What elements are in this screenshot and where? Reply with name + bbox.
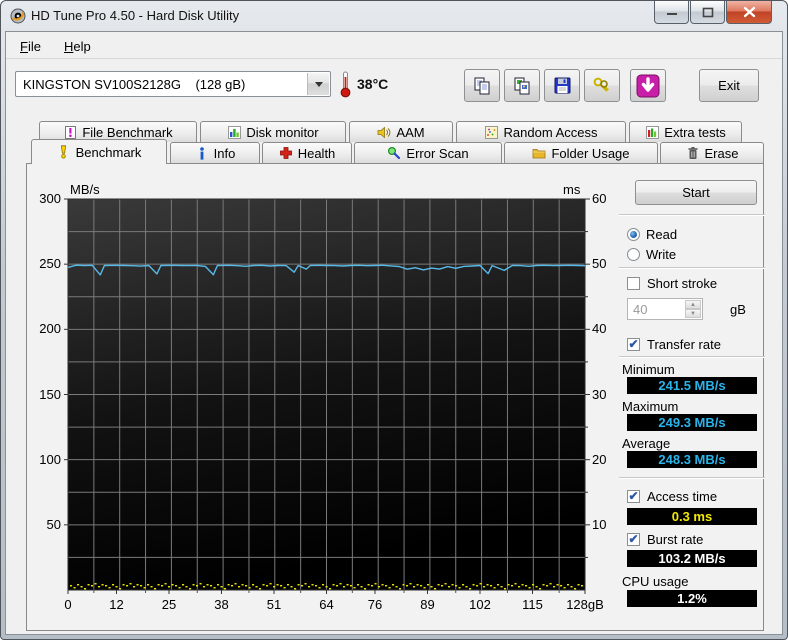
tab-info[interactable]: Info xyxy=(170,142,260,163)
benchmark-icon xyxy=(57,145,71,159)
burst-rate-value: 103.2 MB/s xyxy=(627,550,757,567)
capture-button[interactable] xyxy=(630,69,666,102)
minimum-label: Minimum xyxy=(622,362,675,377)
tab-random-access[interactable]: Random Access xyxy=(456,121,626,142)
access-time-value: 0.3 ms xyxy=(627,508,757,525)
spinner-buttons[interactable]: ▲ ▼ xyxy=(685,300,701,318)
options-button[interactable] xyxy=(584,69,620,102)
read-radio[interactable] xyxy=(627,228,640,241)
short-stroke-checkbox[interactable] xyxy=(627,277,640,290)
maximum-value: 249.3 MB/s xyxy=(627,414,757,431)
short-stroke-size-value: 40 xyxy=(633,302,648,317)
info-icon xyxy=(195,146,209,160)
separator xyxy=(619,356,765,358)
tab-disk-monitor[interactable]: Disk monitor xyxy=(200,121,346,142)
tab-folder-usage[interactable]: Folder Usage xyxy=(504,142,658,163)
health-cross-icon xyxy=(279,146,293,160)
read-label: Read xyxy=(646,227,678,242)
spinner-up-icon[interactable]: ▲ xyxy=(685,300,701,309)
short-stroke-size-field[interactable]: 40 ▲ ▼ xyxy=(627,298,703,320)
tab-health[interactable]: Health xyxy=(262,142,352,163)
save-icon xyxy=(554,77,570,94)
tab-benchmark[interactable]: Benchmark xyxy=(31,139,167,164)
down-arrow-icon xyxy=(636,74,660,97)
drive-select-value: KINGSTON SV100S2128G (128 gB) xyxy=(23,77,246,92)
minimum-value: 241.5 MB/s xyxy=(627,377,757,394)
average-label: Average xyxy=(622,436,671,451)
speaker-icon xyxy=(377,125,391,139)
average-value: 248.3 MB/s xyxy=(627,451,757,468)
drive-select-dropdown[interactable] xyxy=(307,73,329,95)
tab-aam[interactable]: AAM xyxy=(349,121,453,142)
copy-icon xyxy=(474,77,490,94)
copy-image-icon xyxy=(514,77,530,94)
y-left-axis-label: MB/s xyxy=(70,182,100,197)
minimize-button[interactable] xyxy=(654,1,689,24)
short-stroke-label: Short stroke xyxy=(647,276,718,291)
burst-rate-checkbox[interactable]: ✔ xyxy=(627,533,640,546)
cpu-usage-label: CPU usage xyxy=(622,574,689,589)
copy-text-button[interactable] xyxy=(464,69,500,102)
disk-monitor-icon xyxy=(227,125,241,139)
thermometer-icon xyxy=(338,70,353,103)
separator xyxy=(619,267,765,269)
cpu-usage-value: 1.2% xyxy=(627,590,757,607)
menu-bar: File Help xyxy=(6,32,782,59)
short-stroke-unit: gB xyxy=(730,302,746,317)
app-window: HD Tune Pro 4.50 - Hard Disk Utility Fil… xyxy=(0,0,788,640)
y-right-axis-label: ms xyxy=(563,182,581,197)
copy-image-button[interactable] xyxy=(504,69,540,102)
transfer-rate-label: Transfer rate xyxy=(647,337,721,352)
write-label: Write xyxy=(646,247,677,262)
title-bar[interactable]: HD Tune Pro 4.50 - Hard Disk Utility xyxy=(1,1,787,31)
keys-icon xyxy=(593,77,609,92)
benchmark-page: MB/s ms 50 100 150 200 250 300 10 20 30 40 50 60 0… xyxy=(26,163,765,631)
tab-error-scan[interactable]: Error Scan xyxy=(354,142,502,163)
maximum-label: Maximum xyxy=(622,399,679,414)
close-button[interactable] xyxy=(726,1,772,24)
tab-erase[interactable]: Erase xyxy=(660,142,764,163)
spinner-down-icon[interactable]: ▼ xyxy=(685,309,701,318)
app-icon xyxy=(10,8,26,24)
save-button[interactable] xyxy=(544,69,580,102)
exit-button[interactable]: Exit xyxy=(699,69,759,102)
access-time-checkbox[interactable]: ✔ xyxy=(627,490,640,503)
chevron-down-icon xyxy=(314,81,323,87)
extra-tests-icon xyxy=(645,125,659,139)
window-title: HD Tune Pro 4.50 - Hard Disk Utility xyxy=(31,8,240,23)
menu-help[interactable]: Help xyxy=(58,37,97,56)
separator xyxy=(619,214,765,216)
tab-extra-tests[interactable]: Extra tests xyxy=(629,121,742,142)
drive-select[interactable]: KINGSTON SV100S2128G (128 gB) xyxy=(15,71,331,97)
magnifier-icon xyxy=(387,146,401,160)
access-time-label: Access time xyxy=(647,489,718,504)
maximize-button[interactable] xyxy=(690,1,725,24)
separator xyxy=(619,477,765,479)
transfer-rate-checkbox[interactable]: ✔ xyxy=(627,338,640,351)
trash-icon xyxy=(686,146,700,160)
folder-icon xyxy=(532,146,546,160)
start-button[interactable]: Start xyxy=(635,180,757,205)
exit-label: Exit xyxy=(718,78,740,93)
write-radio[interactable] xyxy=(627,248,640,261)
temperature-value: 38°C xyxy=(357,76,389,92)
file-benchmark-icon xyxy=(63,125,77,139)
client-area: File Help KINGSTON SV100S2128G (128 gB) … xyxy=(5,31,783,635)
burst-rate-label: Burst rate xyxy=(647,532,704,547)
menu-file[interactable]: File xyxy=(14,37,47,56)
scatter-icon xyxy=(485,125,499,139)
